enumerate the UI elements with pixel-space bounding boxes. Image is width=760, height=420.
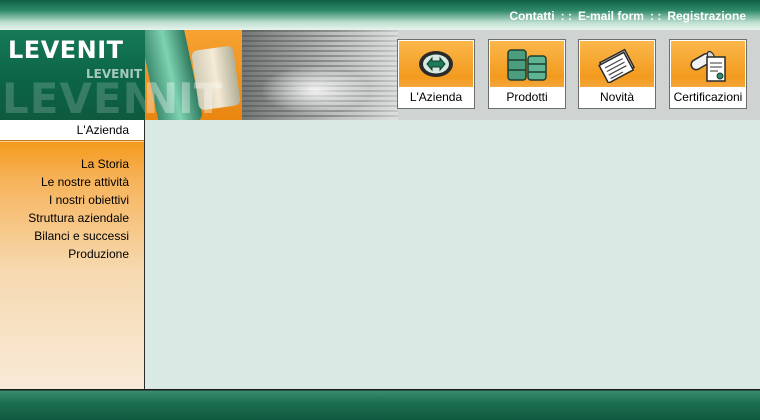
logo-text: LEVENIT — [8, 36, 124, 64]
nav-button-certificazioni[interactable]: Certificazioni — [669, 39, 747, 109]
nav-button-prodotti[interactable]: Prodotti — [488, 39, 566, 109]
logo-subtext: LEVENIT — [86, 67, 143, 81]
sidebar: L'Azienda La Storia Le nostre attività I… — [0, 120, 145, 389]
registrazione-link[interactable]: Registrazione — [667, 9, 746, 23]
bottom-bar — [0, 389, 760, 420]
nav-button-azienda[interactable]: L'Azienda — [397, 39, 475, 109]
sidebar-item-struttura[interactable]: Struttura aziendale — [28, 209, 129, 227]
sidebar-item-la-storia[interactable]: La Storia — [28, 155, 129, 173]
sidebar-item-bilanci[interactable]: Bilanci e successi — [28, 227, 129, 245]
email-form-link[interactable]: E-mail form — [578, 9, 644, 23]
nav-button-label: Certificazioni — [671, 87, 745, 107]
header-photo-drums: NIT — [145, 30, 242, 120]
sidebar-item-obiettivi[interactable]: I nostri obiettivi — [28, 191, 129, 209]
top-links: Contatti : : E-mail form : : Registrazione — [509, 9, 746, 23]
header: LEVENIT LEVENIT LEVENIT NIT L'Azienda Pr… — [0, 30, 760, 120]
main-content — [145, 120, 760, 389]
nav-button-label: Novità — [580, 87, 654, 107]
link-separator: : : — [649, 9, 662, 23]
contatti-link[interactable]: Contatti — [509, 9, 554, 23]
sidebar-item-produzione[interactable]: Produzione — [28, 245, 129, 263]
nav-button-novita[interactable]: Novità — [578, 39, 656, 109]
sidebar-item-attivita[interactable]: Le nostre attività — [28, 173, 129, 191]
sidebar-menu: La Storia Le nostre attività I nostri ob… — [28, 155, 129, 263]
nav-button-label: L'Azienda — [399, 87, 473, 107]
header-photo-splash — [242, 30, 398, 120]
splash-highlight — [260, 66, 370, 114]
company-icon — [419, 51, 453, 77]
sidebar-heading: L'Azienda — [0, 120, 144, 141]
certificate-icon — [690, 50, 726, 82]
barrels-icon — [507, 49, 547, 81]
levenit-logo[interactable]: LEVENIT LEVENIT LEVENIT — [0, 30, 145, 120]
newspaper-icon — [598, 48, 636, 83]
top-bar: Contatti : : E-mail form : : Registrazione — [0, 0, 760, 30]
link-separator: : : — [560, 9, 572, 23]
nav-button-label: Prodotti — [490, 87, 564, 107]
photo-watermark-text: NIT — [145, 74, 223, 120]
